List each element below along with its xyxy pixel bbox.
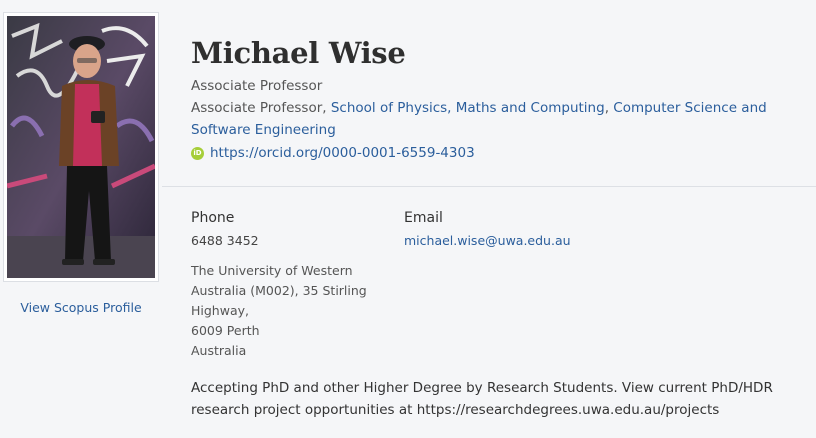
- affiliation-separator: ,: [604, 100, 614, 116]
- phone-label: Phone: [191, 210, 235, 226]
- profile-photo-frame: [3, 12, 159, 282]
- address-line: Australia: [191, 343, 247, 358]
- address-line: The University of Western: [191, 263, 353, 278]
- address-line: 6009 Perth: [191, 323, 260, 338]
- address-line: Highway,: [191, 303, 249, 318]
- school-link[interactable]: School of Physics, Maths and Computing: [331, 100, 605, 116]
- phone-value: 6488 3452: [191, 233, 259, 248]
- postal-address: The University of Western Australia (M00…: [191, 261, 391, 361]
- orcid-link[interactable]: https://orcid.org/0000-0001-6559-4303: [210, 142, 475, 164]
- affiliation: Associate Professor, School of Physics, …: [191, 97, 813, 141]
- position-title: Associate Professor: [191, 78, 323, 94]
- affiliation-prefix: Associate Professor,: [191, 100, 331, 116]
- email-link[interactable]: michael.wise@uwa.edu.au: [404, 233, 571, 248]
- email-label: Email: [404, 210, 443, 226]
- hdr-notice: Accepting PhD and other Higher Degree by…: [191, 380, 773, 418]
- address-line: Australia (M002), 35 Stirling: [191, 283, 367, 298]
- view-scopus-profile-link[interactable]: View Scopus Profile: [0, 300, 162, 315]
- orcid-row: iD https://orcid.org/0000-0001-6559-4303: [191, 142, 475, 164]
- section-divider: [162, 186, 816, 187]
- orcid-icon: iD: [191, 146, 204, 160]
- person-name: Michael Wise: [191, 36, 406, 70]
- profile-photo: [7, 16, 155, 278]
